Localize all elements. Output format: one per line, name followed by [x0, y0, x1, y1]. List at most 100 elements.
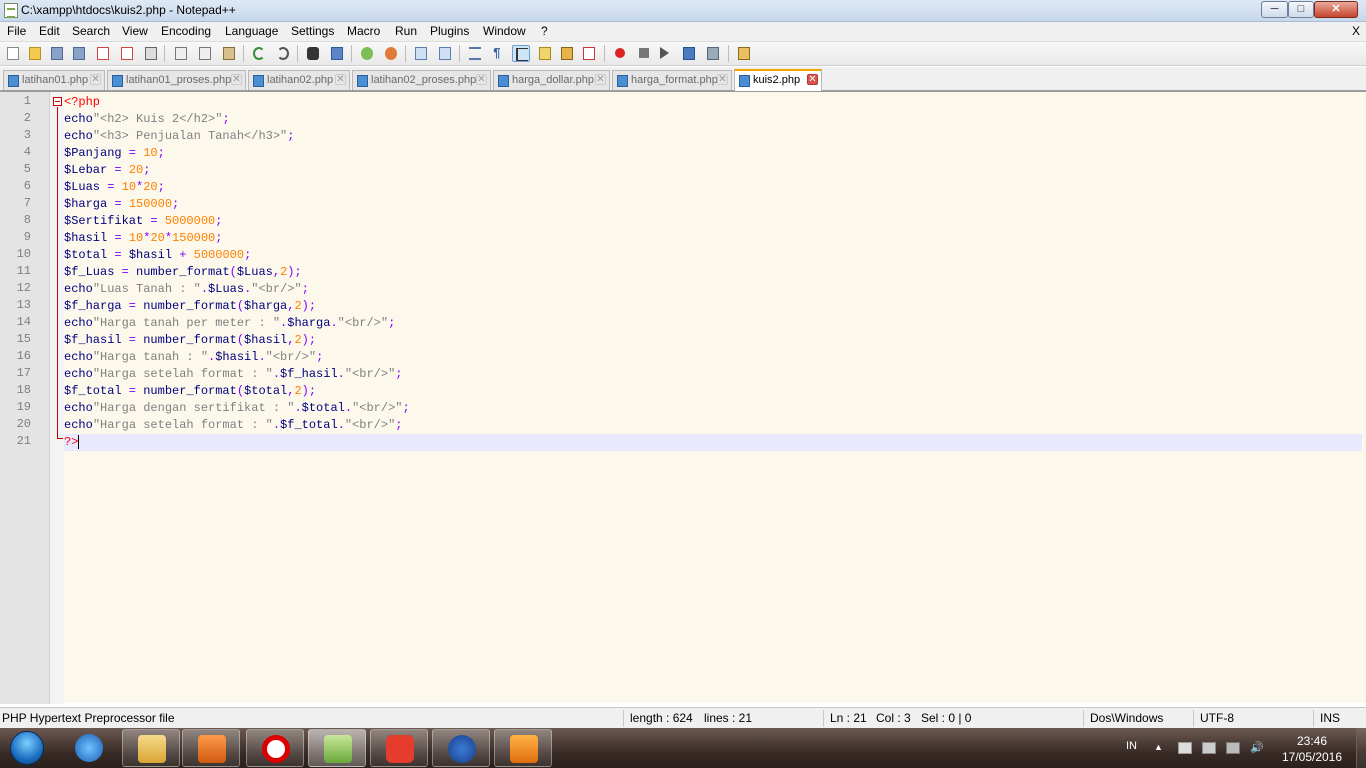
tab-latihan02[interactable]: latihan02.php ✕: [248, 70, 350, 90]
taskbar-internet-explorer[interactable]: [60, 729, 118, 767]
code-line[interactable]: $Lebar = 20;: [64, 162, 150, 179]
maximize-button[interactable]: □: [1288, 1, 1314, 18]
tab-close-icon[interactable]: ✕: [717, 74, 728, 85]
cut-icon[interactable]: [172, 45, 190, 62]
code-line[interactable]: $Panjang = 10;: [64, 145, 165, 162]
save-icon[interactable]: [48, 45, 66, 62]
show-hidden-icons-icon[interactable]: ▲: [1154, 742, 1168, 754]
show-desktop-button[interactable]: [1356, 728, 1366, 768]
close-document-button[interactable]: X: [1352, 24, 1360, 38]
menu-edit[interactable]: Edit: [39, 24, 60, 38]
document-map-icon[interactable]: [558, 45, 576, 62]
menu-search[interactable]: Search: [72, 24, 110, 38]
code-line[interactable]: echo"<h2> Kuis 2</h2>";: [64, 111, 230, 128]
code-line[interactable]: $harga = 150000;: [64, 196, 179, 213]
record-macro-icon[interactable]: [611, 45, 629, 62]
tab-harga-format[interactable]: harga_format.php ✕: [612, 70, 732, 90]
sync-vertical-icon[interactable]: [412, 45, 430, 62]
tab-close-icon[interactable]: ✕: [335, 74, 346, 85]
playback-macro-icon[interactable]: [657, 45, 675, 62]
code-line[interactable]: $f_total = number_format($total,2);: [64, 383, 316, 400]
tab-harga-dollar[interactable]: harga_dollar.php ✕: [493, 70, 610, 90]
taskbar-3g-modem[interactable]: [432, 729, 490, 767]
code-line[interactable]: echo"Harga tanah : ".$hasil."<br/>";: [64, 349, 323, 366]
menu-settings[interactable]: Settings: [291, 24, 334, 38]
tab-close-icon[interactable]: ✕: [476, 74, 487, 85]
tab-close-icon[interactable]: ✕: [90, 74, 101, 85]
tab-latihan01-proses[interactable]: latihan01_proses.php ✕: [107, 70, 246, 90]
indent-guide-icon[interactable]: [512, 45, 530, 62]
taskbar-foxit[interactable]: [370, 729, 428, 767]
close-icon[interactable]: [94, 45, 112, 62]
code-line[interactable]: echo"Harga dengan sertifikat : ".$total.…: [64, 400, 410, 417]
start-button[interactable]: [4, 728, 52, 768]
close-window-button[interactable]: ✕: [1314, 1, 1358, 18]
menu-macro[interactable]: Macro: [347, 24, 380, 38]
open-file-icon[interactable]: [26, 45, 44, 62]
action-center-icon[interactable]: [1178, 742, 1192, 754]
device-icon[interactable]: [1202, 742, 1216, 754]
notepadpp-app-icon[interactable]: [4, 3, 18, 18]
paste-icon[interactable]: [220, 45, 238, 62]
zoom-in-icon[interactable]: [358, 45, 376, 62]
menu-plugins[interactable]: Plugins: [430, 24, 469, 38]
code-line[interactable]: echo"Harga tanah per meter : ".$harga."<…: [64, 315, 395, 332]
menu-encoding[interactable]: Encoding: [161, 24, 211, 38]
find-icon[interactable]: [304, 45, 322, 62]
code-line[interactable]: $hasil = 10*20*150000;: [64, 230, 222, 247]
code-line[interactable]: echo"Harga setelah format : ".$f_total."…: [64, 417, 402, 434]
title-bar[interactable]: C:\xampp\htdocs\kuis2.php - Notepad++ ─ …: [0, 0, 1366, 22]
save-all-icon[interactable]: [70, 45, 88, 62]
network-icon[interactable]: [1226, 742, 1240, 754]
close-all-icon[interactable]: [118, 45, 136, 62]
taskbar-windows-explorer[interactable]: [122, 729, 180, 767]
menu-view[interactable]: View: [122, 24, 148, 38]
sync-horizontal-icon[interactable]: [436, 45, 454, 62]
run-macro-multiple-icon[interactable]: [680, 45, 698, 62]
fold-collapse-icon[interactable]: [53, 97, 62, 106]
replace-icon[interactable]: [328, 45, 346, 62]
menu-window[interactable]: Window: [483, 24, 526, 38]
tab-latihan01[interactable]: latihan01.php ✕: [3, 70, 105, 90]
code-editor[interactable]: 1 2 3 4 5 6 7 8 9 10 11 12 13 14 15 16 17 18 19 20 21 <?php e…: [0, 91, 1366, 704]
taskbar-opera[interactable]: [246, 729, 304, 767]
print-icon[interactable]: [142, 45, 160, 62]
taskbar-pdf-creator[interactable]: [494, 729, 552, 767]
code-line[interactable]: echo"Luas Tanah : ".$Luas."<br/>";: [64, 281, 309, 298]
menu-file[interactable]: File: [7, 24, 26, 38]
redo-icon[interactable]: [274, 45, 292, 62]
user-defined-language-icon[interactable]: [536, 45, 554, 62]
code-line[interactable]: echo"<h3> Penjualan Tanah</h3>";: [64, 128, 294, 145]
menu-help[interactable]: ?: [541, 24, 548, 38]
code-line[interactable]: $Luas = 10*20;: [64, 179, 165, 196]
tab-close-icon[interactable]: ✕: [595, 74, 606, 85]
code-line[interactable]: $Sertifikat = 5000000;: [64, 213, 222, 230]
zoom-out-icon[interactable]: [382, 45, 400, 62]
code-line[interactable]: ?>: [64, 434, 80, 451]
stop-recording-icon[interactable]: [635, 45, 653, 62]
word-wrap-icon[interactable]: [466, 45, 484, 62]
tab-latihan02-proses[interactable]: latihan02_proses.php ✕: [352, 70, 491, 90]
system-clock[interactable]: 23:46 17/05/2016: [1272, 733, 1352, 765]
code-line[interactable]: $f_harga = number_format($harga,2);: [64, 298, 316, 315]
show-all-chars-icon[interactable]: ¶: [490, 45, 508, 62]
code-line[interactable]: echo"Harga setelah format : ".$f_hasil."…: [64, 366, 402, 383]
tab-kuis2[interactable]: kuis2.php ✕: [734, 69, 822, 91]
undo-icon[interactable]: [250, 45, 268, 62]
menu-language[interactable]: Language: [225, 24, 278, 38]
launch-in-browser-icon[interactable]: [735, 45, 753, 62]
language-indicator[interactable]: IN: [1126, 740, 1137, 752]
code-line[interactable]: $total = $hasil + 5000000;: [64, 247, 251, 264]
tab-close-icon[interactable]: ✕: [807, 74, 818, 85]
menu-run[interactable]: Run: [395, 24, 417, 38]
copy-icon[interactable]: [196, 45, 214, 62]
taskbar-notepad-plus-plus[interactable]: [308, 729, 366, 767]
code-line[interactable]: <?php: [64, 94, 100, 111]
minimize-button[interactable]: ─: [1261, 1, 1288, 18]
save-macro-icon[interactable]: [704, 45, 722, 62]
volume-icon[interactable]: 🔊: [1250, 742, 1264, 754]
code-line[interactable]: $f_Luas = number_format($Luas,2);: [64, 264, 302, 281]
tab-close-icon[interactable]: ✕: [231, 74, 242, 85]
new-file-icon[interactable]: [4, 45, 22, 62]
code-line[interactable]: $f_hasil = number_format($hasil,2);: [64, 332, 316, 349]
